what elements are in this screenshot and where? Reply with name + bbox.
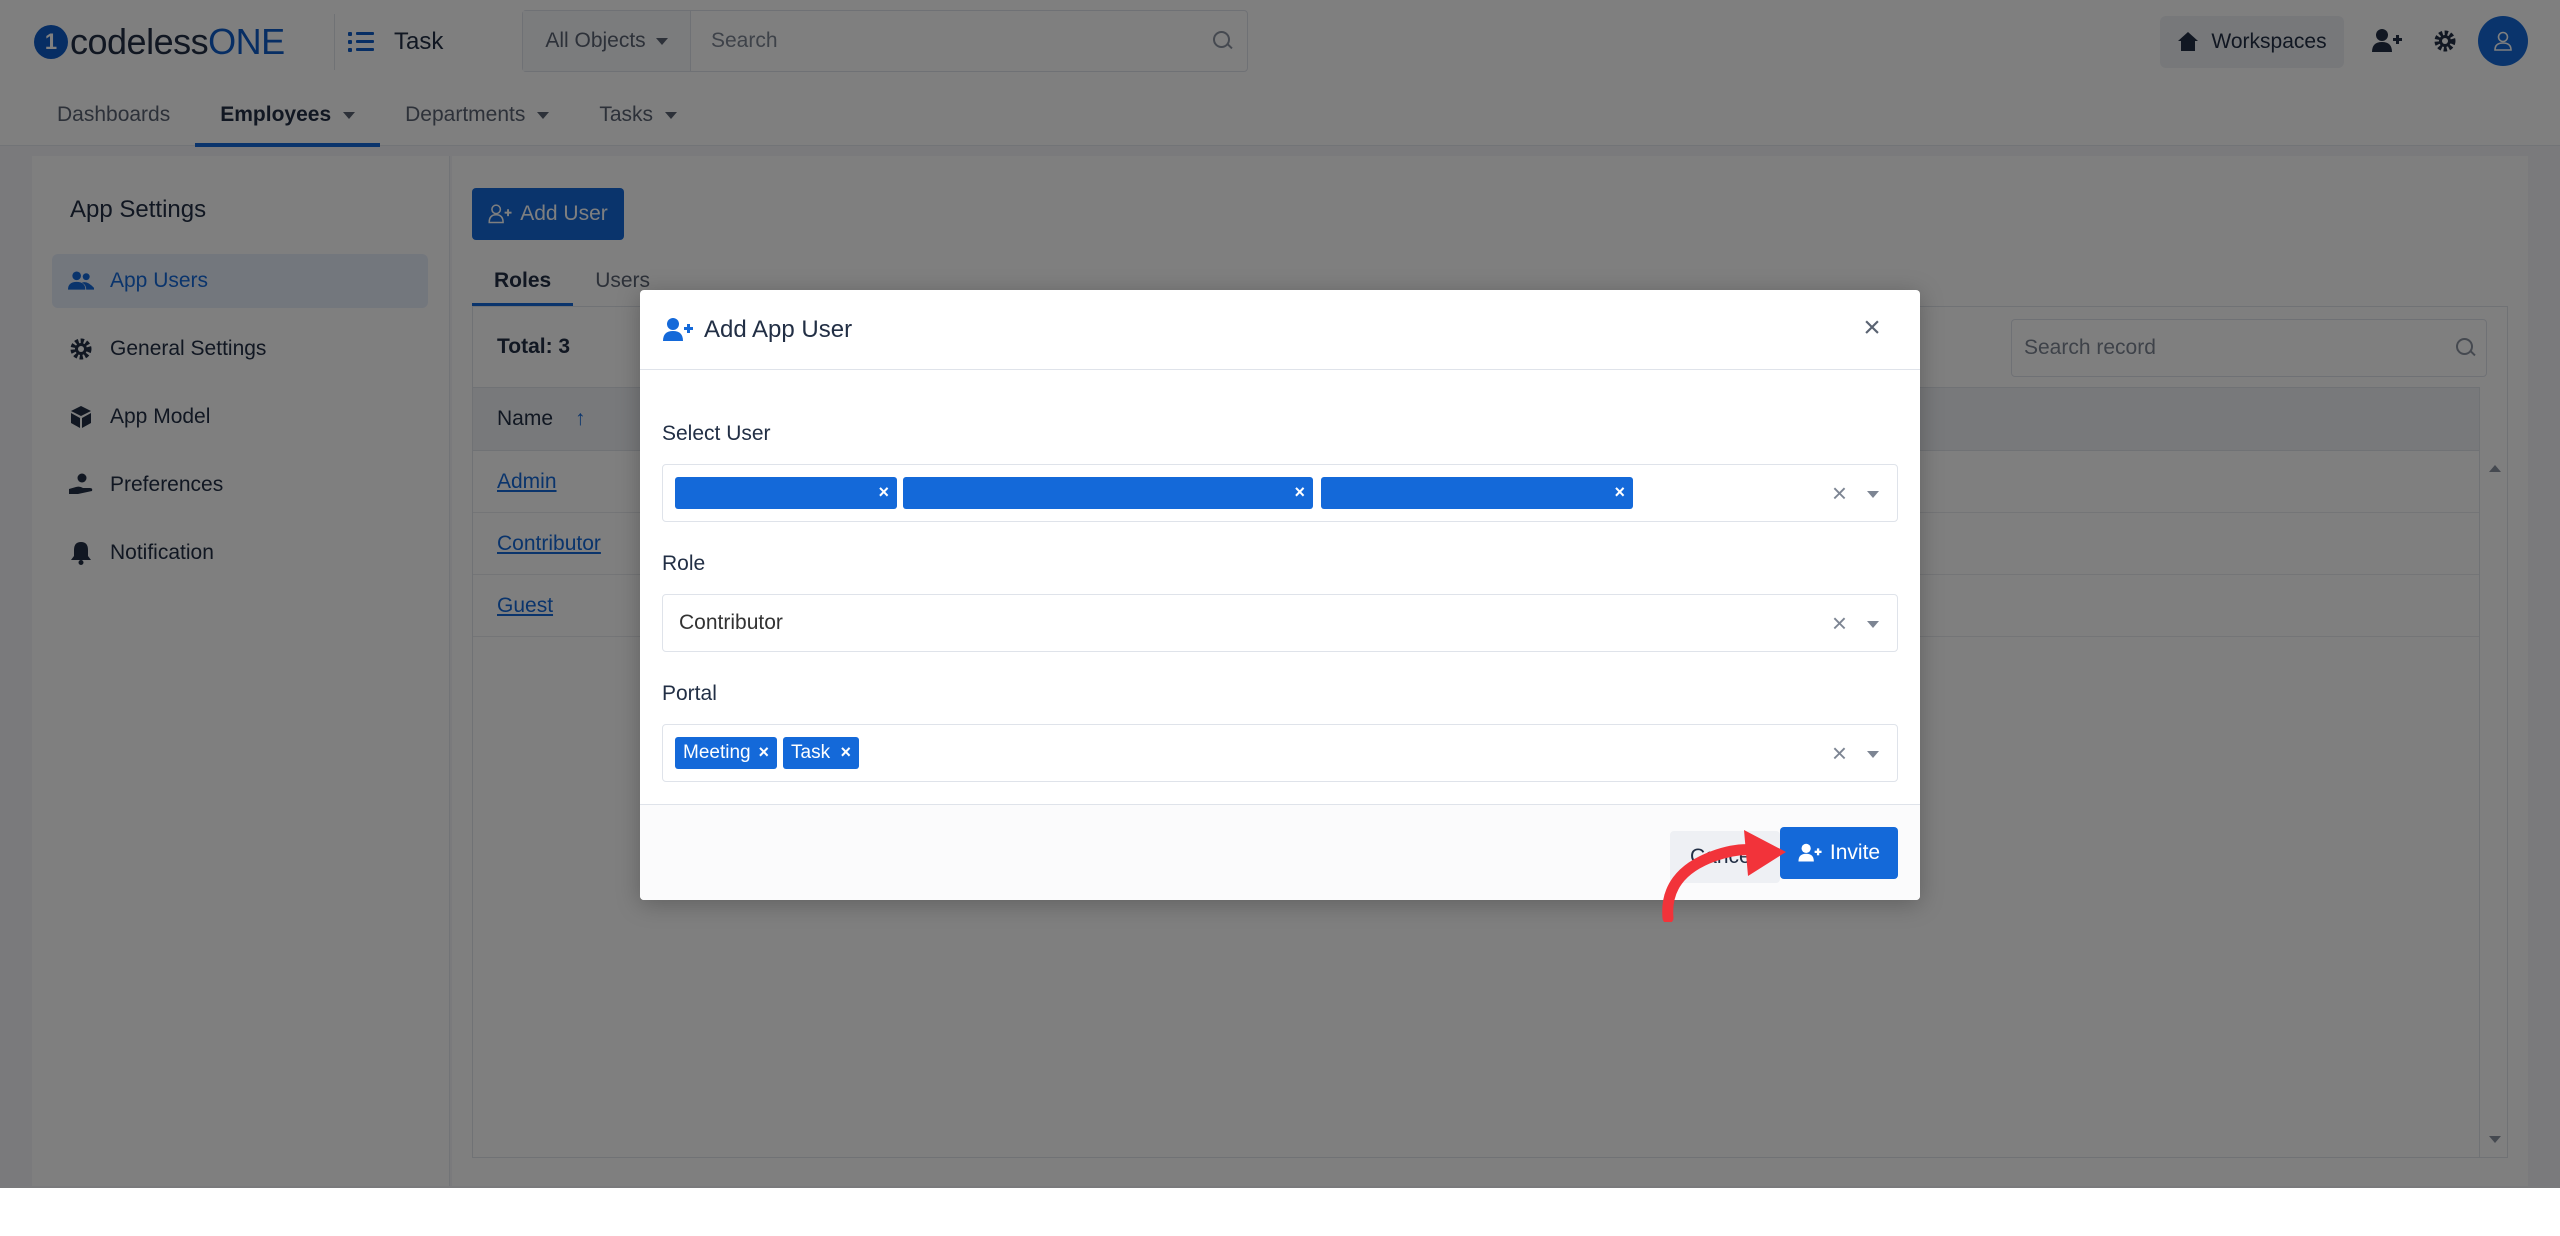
clear-icon[interactable]: ×: [1832, 479, 1847, 507]
portal-tag-task: Task ×: [783, 737, 859, 769]
remove-tag-icon[interactable]: ×: [758, 742, 769, 763]
invite-label: Invite: [1829, 841, 1881, 864]
add-app-user-dialog: Add App User × Select User × × × × Role …: [640, 290, 1920, 900]
caret-down-icon[interactable]: [1867, 621, 1879, 628]
dialog-header: Add App User: [640, 290, 1920, 370]
remove-tag-icon[interactable]: ×: [1294, 482, 1305, 503]
caret-down-icon[interactable]: [1867, 751, 1879, 758]
portal-tag-meeting: Meeting ×: [675, 737, 777, 769]
dialog-title: Add App User: [704, 315, 853, 343]
tag-label: Meeting: [683, 742, 751, 763]
portal-select[interactable]: Meeting × Task × ×: [662, 724, 1898, 782]
selected-user-tag: ×: [1321, 477, 1633, 509]
tag-label: Task: [791, 742, 831, 763]
annotation-arrow-icon: [1662, 830, 1786, 922]
selected-user-tag: ×: [675, 477, 897, 509]
app-root: 1 codelessONE Task All Objects Workspace…: [0, 0, 2560, 1188]
select-user-field[interactable]: × × × ×: [662, 464, 1898, 522]
add-user-icon: [663, 317, 693, 341]
remove-tag-icon[interactable]: ×: [1614, 482, 1625, 503]
remove-tag-icon[interactable]: ×: [878, 482, 889, 503]
selected-user-tag: ×: [903, 477, 1313, 509]
caret-down-icon[interactable]: [1867, 491, 1879, 498]
role-select[interactable]: Contributor ×: [662, 594, 1898, 652]
close-icon[interactable]: ×: [1860, 313, 1884, 343]
role-value: Contributor: [679, 611, 783, 634]
portal-label: Portal: [662, 682, 717, 705]
role-label: Role: [662, 552, 706, 575]
remove-tag-icon[interactable]: ×: [840, 742, 851, 763]
select-user-label: Select User: [662, 422, 771, 445]
clear-icon[interactable]: ×: [1832, 739, 1847, 767]
clear-icon[interactable]: ×: [1832, 609, 1847, 637]
